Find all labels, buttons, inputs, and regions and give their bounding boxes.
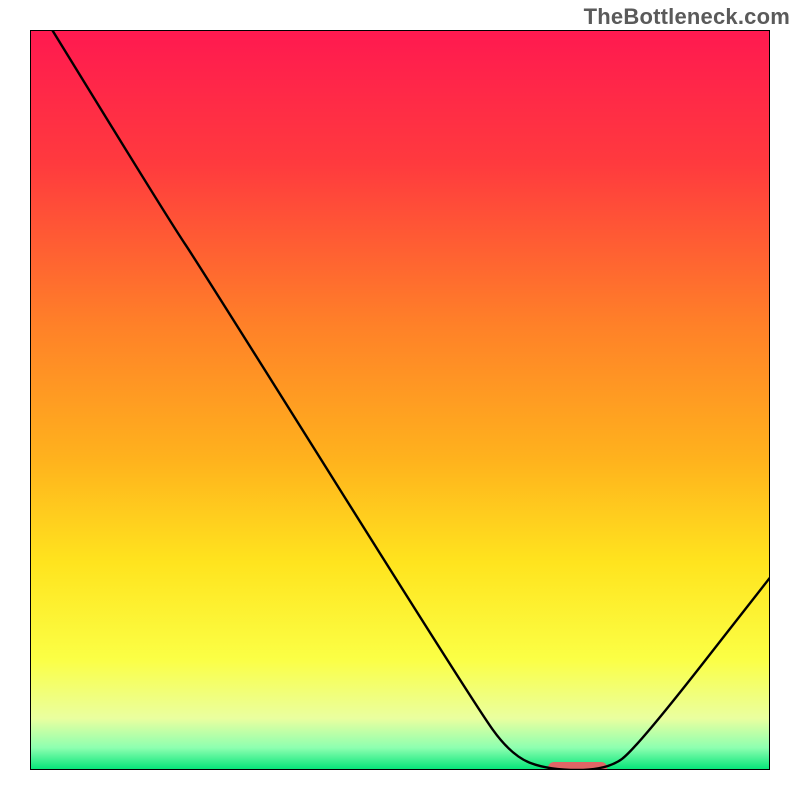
watermark-label: TheBottleneck.com [584,4,790,30]
bottleneck-chart [30,30,770,770]
chart-container: TheBottleneck.com [0,0,800,800]
plot-area [30,30,770,770]
gradient-background [30,30,770,770]
